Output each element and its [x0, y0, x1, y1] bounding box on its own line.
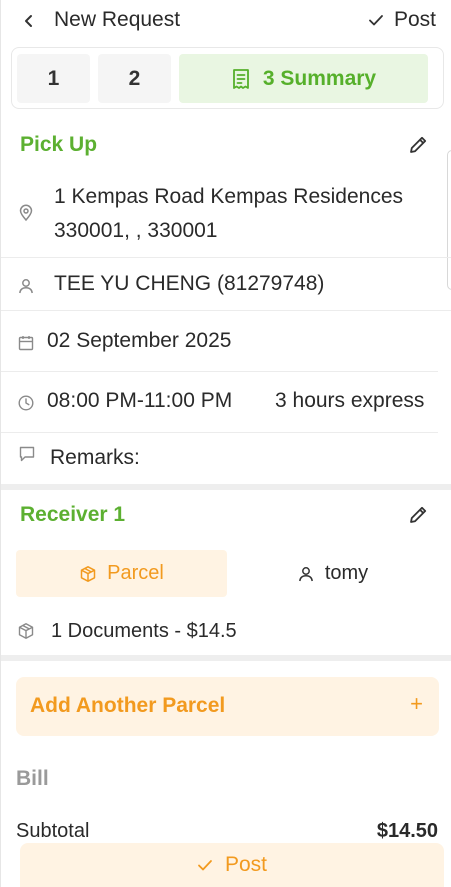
- recipient-tab-label: tomy: [324, 562, 369, 584]
- tab-label: 3 Summary: [262, 66, 377, 90]
- tab-step-3-summary[interactable]: 3 Summary: [179, 54, 428, 103]
- step-tabs: 1 2 3 Summary: [11, 47, 444, 109]
- subtotal-label: Subtotal: [16, 820, 90, 842]
- tab-parcel[interactable]: Parcel: [16, 550, 227, 597]
- post-label: Post: [393, 8, 436, 31]
- add-another-parcel-button[interactable]: Add Another Parcel +: [16, 677, 439, 736]
- tab-step-1[interactable]: 1: [17, 54, 90, 103]
- plus-icon: +: [410, 691, 423, 716]
- new-request-screen: New Request Post 1 2 3 Summary Pick Up 1…: [0, 0, 451, 887]
- pickup-address-line1: 1 Kempas Road Kempas Residences: [54, 185, 404, 208]
- check-icon: [198, 860, 212, 871]
- location-pin-icon: [19, 204, 33, 222]
- receipt-icon: [232, 68, 249, 89]
- page-title: New Request: [54, 8, 181, 31]
- comment-icon: [19, 446, 35, 462]
- bill-title: Bill: [16, 767, 49, 790]
- pickup-time: 08:00 PM-11:00 PM: [47, 389, 233, 412]
- check-icon: [369, 15, 383, 26]
- post-label: Post: [224, 853, 268, 876]
- person-icon: [298, 566, 313, 581]
- pickup-remarks-label: Remarks:: [50, 446, 140, 469]
- receiver-section-title: Receiver 1: [20, 503, 126, 526]
- divider: [1, 257, 451, 258]
- section-divider: [1, 655, 451, 661]
- package-icon: [80, 565, 96, 582]
- scrollbar[interactable]: [447, 150, 451, 290]
- pencil-icon[interactable]: [407, 504, 429, 526]
- calendar-icon: [18, 336, 34, 351]
- subtotal-value: $14.50: [376, 820, 438, 842]
- pickup-address-line2: 330001, , 330001: [54, 219, 218, 242]
- parcel-item: 1 Documents - $14.5: [51, 620, 237, 642]
- divider: [1, 310, 451, 311]
- parcel-tab-label: Parcel: [107, 562, 164, 584]
- pickup-service: 3 hours express: [275, 389, 425, 412]
- divider: [1, 371, 438, 372]
- post-button-bottom[interactable]: Post: [20, 843, 444, 887]
- pickup-date: 02 September 2025: [47, 329, 232, 352]
- pickup-contact: TEE YU CHENG (81279748): [54, 272, 325, 295]
- tab-recipient[interactable]: tomy: [227, 550, 438, 597]
- person-icon: [19, 279, 33, 294]
- tab-label: 1: [47, 66, 60, 90]
- pickup-section-title: Pick Up: [20, 133, 98, 156]
- add-parcel-label: Add Another Parcel: [30, 694, 226, 717]
- chevron-left-icon[interactable]: [19, 11, 39, 31]
- divider: [1, 432, 438, 433]
- clock-icon: [18, 395, 34, 411]
- tab-label: 2: [128, 66, 141, 90]
- section-divider: [1, 484, 451, 490]
- header: New Request Post: [1, 0, 451, 42]
- package-icon: [18, 623, 34, 639]
- pencil-icon[interactable]: [407, 134, 429, 156]
- tab-step-2[interactable]: 2: [98, 54, 171, 103]
- post-button-top[interactable]: Post: [368, 8, 436, 32]
